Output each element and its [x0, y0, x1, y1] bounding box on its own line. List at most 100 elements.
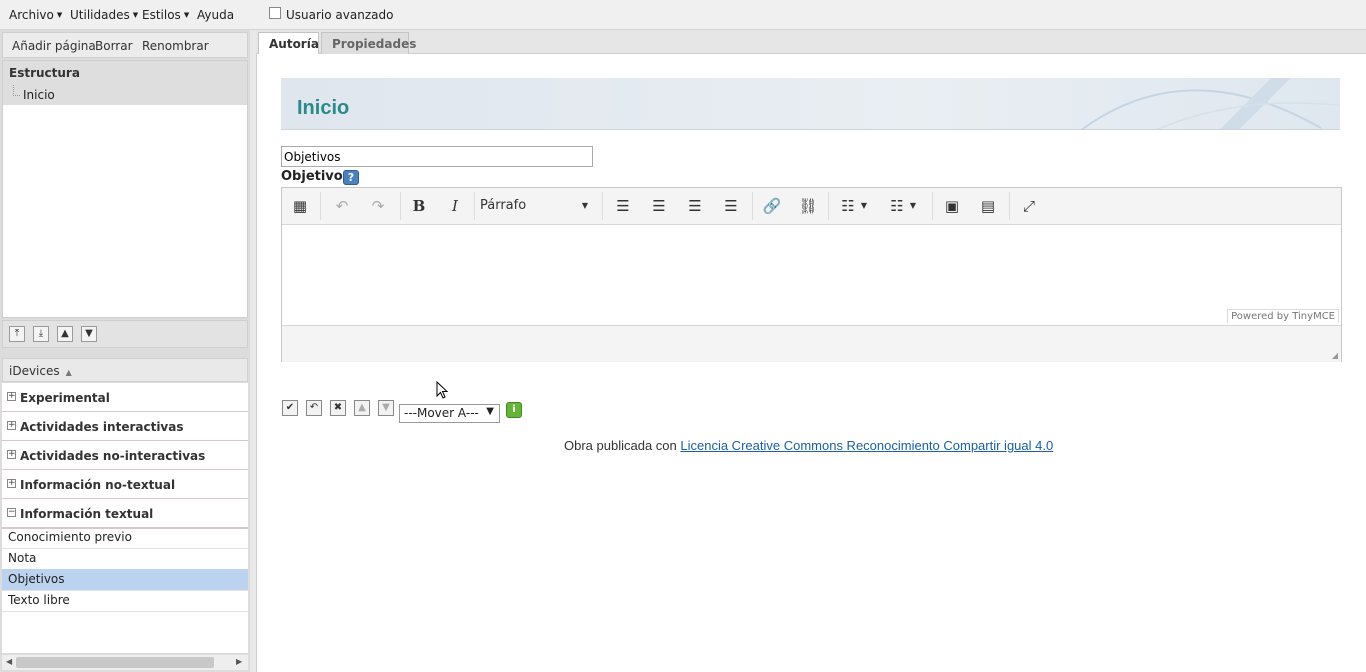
chevron-down-icon[interactable]: ▼	[858, 195, 870, 217]
idevices-list: + Experimental + Actividades interactiva…	[2, 383, 248, 653]
license-footer: Obra publicada con Licencia Creative Com…	[564, 438, 1053, 453]
link-icon[interactable]: 🔗	[760, 195, 784, 217]
image-icon[interactable]: ▣	[940, 195, 964, 217]
expand-icon: +	[7, 449, 16, 459]
chevron-down-icon[interactable]: ▼	[907, 195, 919, 217]
scroll-right-icon[interactable]: ▶	[236, 657, 242, 666]
structure-header: Estructura	[3, 61, 247, 86]
fullscreen-icon[interactable]: ⤢	[1017, 195, 1041, 217]
expand-icon: +	[7, 391, 16, 401]
move-bottom-icon[interactable]: ⤓	[33, 326, 49, 342]
category-actividades-interactivas[interactable]: + Actividades interactivas	[2, 412, 248, 442]
idevices-title: iDevices ▲	[9, 364, 72, 378]
menu-ayuda[interactable]: Ayuda	[197, 8, 234, 22]
delete-page-button[interactable]: Borrar	[95, 39, 133, 53]
align-right-icon[interactable]: ☰	[683, 195, 707, 217]
help-icon[interactable]: ?	[343, 170, 359, 185]
rich-text-editor: ▦ ↶ ↷ B I Párrafo ▼ ☰ ☰ ☰ ☰ 🔗 ⛓ ☷ ▼ ☷ ▼ …	[281, 187, 1342, 362]
toolbar-toggle-icon[interactable]: ▦	[288, 195, 312, 217]
category-experimental[interactable]: + Experimental	[2, 383, 248, 413]
advanced-user-checkbox[interactable]	[269, 7, 281, 19]
idevice-objetivos[interactable]: Objetivos	[2, 569, 248, 591]
chevron-down-icon: ▼	[132, 11, 139, 19]
align-center-icon[interactable]: ☰	[647, 195, 671, 217]
delete-icon[interactable]: ✖	[330, 400, 346, 416]
move-up-icon[interactable]: ▲	[354, 400, 370, 416]
rename-page-button[interactable]: Renombrar	[142, 39, 209, 53]
format-select[interactable]: Párrafo ▼	[480, 195, 592, 217]
italic-icon[interactable]: I	[443, 195, 467, 217]
expand-icon: +	[7, 478, 16, 488]
bold-icon[interactable]: B	[407, 195, 431, 217]
bullet-list-icon[interactable]: ☷	[836, 195, 860, 217]
tab-bar: Autoría Propiedades	[256, 30, 1366, 54]
add-page-button[interactable]: Añadir página	[12, 39, 96, 53]
field-label: Objetivos	[281, 169, 351, 184]
idevice-nota[interactable]: Nota	[2, 548, 248, 570]
category-actividades-no-interactivas[interactable]: + Actividades no-interactivas	[2, 441, 248, 471]
editor-toolbar: ▦ ↶ ↷ B I Párrafo ▼ ☰ ☰ ☰ ☰ 🔗 ⛓ ☷ ▼ ☷ ▼ …	[282, 188, 1341, 225]
check-icon[interactable]: ✔	[282, 400, 298, 416]
tab-propiedades[interactable]: Propiedades	[321, 32, 416, 54]
chevron-down-icon: ▼	[486, 406, 494, 417]
menubar: Archivo ▼ Utilidades ▼ Estilos ▼ Ayuda Usua…	[0, 0, 1366, 30]
move-top-icon[interactable]: ⤒	[9, 326, 25, 342]
tree-item-inicio[interactable]: Inicio	[3, 85, 247, 105]
info-icon[interactable]: i	[506, 402, 522, 418]
toolbar-separator	[932, 192, 933, 220]
chevron-down-icon: ▼	[183, 11, 190, 19]
structure-tree: Estructura Inicio	[2, 60, 248, 318]
horizontal-scrollbar[interactable]: ◀ ▶	[2, 654, 248, 670]
tree-move-toolbar: ⤒ ⤓ ▲ ▼	[2, 320, 248, 348]
category-informacion-textual[interactable]: − Información textual	[2, 499, 248, 529]
tree-connector	[13, 85, 20, 96]
undo-icon[interactable]: ↶	[330, 195, 354, 217]
toolbar-separator	[752, 192, 753, 220]
move-down-icon[interactable]: ▼	[81, 326, 97, 342]
nav-toolbar: Añadir página Borrar Renombrar	[2, 32, 248, 58]
undo-icon[interactable]: ↶	[306, 400, 322, 416]
idevice-conocimiento-previo[interactable]: Conocimiento previo	[2, 527, 248, 549]
toolbar-separator	[602, 192, 603, 220]
move-up-icon[interactable]: ▲	[57, 326, 73, 342]
media-icon[interactable]: ▤	[976, 195, 1000, 217]
redo-icon[interactable]: ↷	[366, 195, 390, 217]
move-down-icon[interactable]: ▼	[378, 400, 394, 416]
idevice-texto-libre[interactable]: Texto libre	[2, 590, 248, 612]
category-informacion-no-textual[interactable]: + Información no-textual	[2, 470, 248, 500]
menu-utilidades[interactable]: Utilidades ▼	[70, 8, 138, 22]
chevron-down-icon: ▼	[56, 11, 63, 19]
tree-item-label: Inicio	[23, 88, 55, 102]
advanced-user-label: Usuario avanzado	[286, 8, 394, 22]
mouse-cursor-icon	[436, 381, 449, 399]
scroll-left-icon[interactable]: ◀	[6, 657, 12, 666]
editor-content[interactable]	[282, 225, 1341, 325]
resize-handle-icon[interactable]: ◢	[1332, 351, 1338, 360]
powered-by-tinymce[interactable]: Powered by TinyMCE	[1227, 309, 1339, 323]
scrollbar-thumb[interactable]	[16, 657, 214, 668]
expand-icon: +	[7, 420, 16, 430]
collapse-icon: −	[7, 507, 16, 517]
align-left-icon[interactable]: ☰	[611, 195, 635, 217]
page-title: Inicio	[297, 97, 350, 119]
banner-decoration	[1081, 78, 1340, 129]
license-link[interactable]: Licencia Creative Commons Reconocimiento…	[680, 438, 1053, 453]
menu-estilos[interactable]: Estilos ▼	[142, 8, 189, 22]
idevice-title-input[interactable]	[281, 146, 593, 167]
toolbar-separator	[400, 192, 401, 220]
menu-archivo[interactable]: Archivo ▼	[9, 8, 62, 22]
chevron-down-icon: ▼	[581, 201, 588, 210]
sort-up-icon: ▲	[65, 368, 72, 377]
tab-autoria[interactable]: Autoría	[258, 32, 319, 54]
toolbar-separator	[474, 192, 475, 220]
idevices-header[interactable]: iDevices ▲	[2, 358, 248, 382]
page-header-banner: Inicio	[281, 78, 1340, 130]
numbered-list-icon[interactable]: ☷	[885, 195, 909, 217]
unlink-icon[interactable]: ⛓	[796, 195, 820, 217]
structure-title: Estructura	[9, 66, 80, 80]
toolbar-separator	[320, 192, 321, 220]
toolbar-separator	[1009, 192, 1010, 220]
editor-statusbar: ◢	[282, 325, 1341, 362]
align-justify-icon[interactable]: ☰	[719, 195, 743, 217]
move-to-select[interactable]: ---Mover A--- ▼	[399, 404, 500, 423]
